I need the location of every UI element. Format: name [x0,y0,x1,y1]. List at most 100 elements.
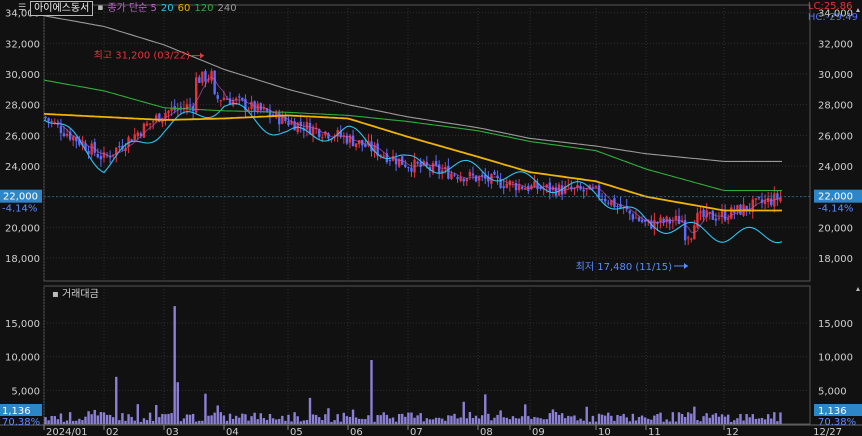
volume-bar [287,414,290,424]
volume-bar [321,420,324,424]
volume-bar [108,414,112,424]
volume-bar [75,420,78,424]
volume-bar [653,415,656,424]
candle-down [711,210,715,220]
candle-down [404,164,407,168]
volume-bar [87,411,90,424]
volume-bar [345,416,349,424]
candle-down [188,104,192,106]
candle-down [96,153,100,158]
candle-up [511,182,515,184]
volume-bar [459,417,462,424]
volume-bar [105,414,109,424]
volume-bar [361,418,364,424]
volume-bar [241,413,244,424]
stock-name-box[interactable]: 아이에스동서 [30,1,94,16]
volume-bar [373,421,376,424]
high-annotation: 최고 31,200 (03/22) [94,50,190,62]
candle-down [416,161,419,164]
volume-bar [59,413,63,424]
volume-bar [419,413,422,424]
volume-bar [397,414,401,424]
low-annotation: 최저 17,480 (11/15) [576,261,672,273]
volume-bar [603,415,607,424]
volume-bar [382,412,385,424]
volume-bar [145,420,149,424]
volume-bar [256,419,259,424]
volume-bar [281,415,284,424]
volume-bar [385,414,389,424]
volume-bar [499,410,502,424]
volume-bar [139,421,143,424]
volume-bar [450,415,453,424]
volume-bar [567,415,570,424]
price-tick-right: 18,000 [818,254,853,265]
volume-bar [78,418,81,424]
volume-bar [607,412,610,424]
volume-bar [487,413,490,424]
candle-down [225,98,229,100]
ma-line-20 [43,103,783,244]
volume-bar [757,418,761,424]
candle-up [210,71,213,81]
menu-icon[interactable]: ☰ [18,2,26,15]
volume-bar [634,420,638,424]
search-icon[interactable]: ▪ [97,2,103,15]
lc-hc-readout: LC:25.86 HC:-29.49 [808,1,858,23]
volume-bar [705,413,708,424]
candle-up [382,155,385,157]
ma20-label: 20 [160,3,174,14]
candle-down [278,112,281,125]
volume-bar [733,420,736,424]
volume-bar [62,421,66,424]
volume-bar [111,417,115,424]
current-volume-pct-right: 70.38% [818,417,856,428]
candle-up [754,198,758,200]
candle-down [582,189,585,192]
volume-bar [696,420,699,424]
candle-up [65,133,69,136]
candle-up [557,184,561,196]
candle-up [167,110,170,114]
candle-up [730,207,733,219]
price-ma-label: 종가 단순 5 [107,3,157,14]
candle-up [459,177,462,181]
volume-bar [579,418,582,424]
volume-bar [148,412,152,424]
candle-down [628,210,631,214]
volume-bar [539,418,542,424]
candle-down [471,173,475,176]
ma240-label: 240 [217,3,237,14]
x-tick-label: 2024/01 [46,427,88,436]
volume-bar [401,413,404,424]
candle-down [723,209,727,221]
volume-bar [779,412,782,424]
volume-bar [102,412,106,424]
volume-bar [118,420,121,424]
volume-bar [155,404,158,424]
volume-bar [413,417,416,424]
volume-bar [391,417,395,424]
volume-bar [164,414,167,424]
volume-bar [250,416,253,424]
candle-up [90,143,93,155]
volume-bar [314,414,318,424]
candle-down [520,186,524,189]
volume-bar [524,404,527,424]
candle-down [453,174,456,176]
volume-bar [93,409,96,424]
candle-down [407,167,410,169]
volume-bar [508,419,512,424]
volume-bar [274,419,278,424]
candle-down [62,133,66,136]
volume-bar [631,413,635,424]
volume-bar [84,416,87,424]
volume-bar [751,414,754,424]
volume-bar [234,415,238,424]
volume-bar [370,360,373,424]
volume-bar [748,417,751,424]
price-volume-chart[interactable]: 34,000 34,00032,000 32,00030,000 30,00028,0… [0,0,862,436]
x-tick-label: 07 [410,427,423,436]
volume-bar [244,414,247,424]
x-tick-label: 02 [106,427,119,436]
